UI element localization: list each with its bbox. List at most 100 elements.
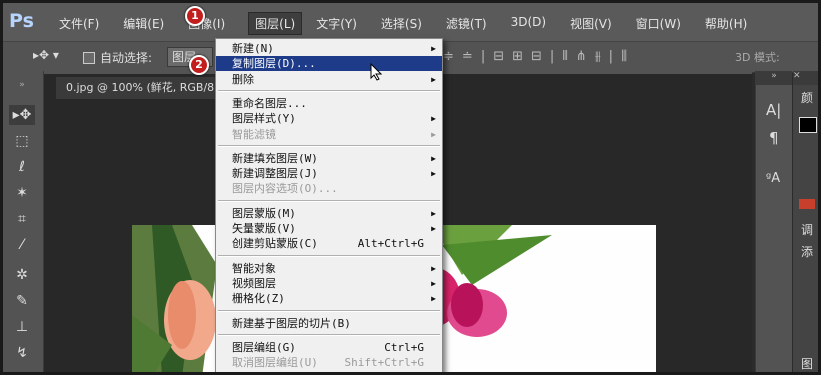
menu-item-label: 图层编组(G) [232,340,296,354]
menu-item: 图层内容选项(O)... [216,181,442,196]
marquee-tool-icon[interactable]: ⬚ [9,131,35,151]
menu-item-label: 栅格化(Z) [232,292,285,306]
character-panel-icon[interactable]: A| [766,101,781,119]
menu-item-label: 新建调整图层(J) [232,167,318,181]
menu-item[interactable]: 图层样式(Y) ▶ [216,111,442,126]
submenu-arrow-icon: ▶ [431,44,436,53]
menu-3[interactable]: 图层(L) [248,12,303,35]
menu-1[interactable]: 编辑(E) [123,15,173,34]
menu-item[interactable]: 新建调整图层(J) ▶ [216,166,442,181]
mouse-cursor-icon [370,63,383,81]
align-vcenter-icon[interactable]: ≐ [462,49,473,64]
history-brush-icon[interactable]: ↯ [9,343,35,363]
menu-separator [218,199,440,202]
menu-item[interactable]: 复制图层(D)... [216,56,442,72]
move-tool-icon[interactable]: ▸✥ ▾ [33,48,59,62]
menu-item[interactable]: 创建剪贴蒙版(C) Alt+Ctrl+G [216,236,442,251]
menu-item-label: 视频图层 [232,276,276,290]
panel-label[interactable]: 图 [801,355,813,372]
menu-item: 智能滤镜 ▶ [216,127,442,142]
glyphs-panel-icon[interactable]: ᵍA [766,171,780,186]
panel-label[interactable]: 添 [801,243,813,260]
divider-icon: | [549,49,555,64]
menu-separator [218,333,440,336]
menu-item[interactable]: 智能对象 ▶ [216,261,442,276]
menu-item-label: 重命名图层... [232,96,307,110]
menu-item-shortcut: Ctrl+G [384,340,424,354]
menu-item[interactable]: 视频图层 ▶ [216,276,442,291]
menu-item[interactable]: 新建(N) ▶ [216,41,442,56]
auto-align-icon[interactable]: ⫼ [621,49,627,64]
3d-mode-label: 3D 模式: [735,51,780,64]
menu-7[interactable]: 3D(D) [511,15,555,34]
collapse-icon[interactable]: » [9,75,35,95]
crop-tool-icon[interactable]: ⌗ [9,209,35,229]
healing-brush-icon[interactable]: ✲ [9,265,35,285]
menu-item-label: 图层样式(Y) [232,112,296,126]
menu-separator [218,254,440,257]
menu-4[interactable]: 文字(Y) [316,15,366,34]
layer-menu-dropdown: 新建(N) ▶ 复制图层(D)... 删除 ▶ 重命名图层... 图层样式(Y) ▶ 智能滤镜 ▶… [215,38,443,372]
paragraph-panel-icon[interactable]: ¶ [769,129,779,147]
menu-item[interactable]: 删除 ▶ [216,72,442,87]
menu-item-shortcut: Shift+Ctrl+G [344,356,424,370]
brush-tool-icon[interactable]: ✎ [9,291,35,311]
photoshop-window: Ps 文件(F) 编辑(E) 图像(I) 图层(L) 文字(Y) 选择(S) 滤镜(T) 3D… [0,0,821,375]
collapse-icon[interactable]: » [756,71,792,85]
submenu-arrow-icon: ▶ [431,114,436,124]
menu-item-label: 新建基于图层的切片(B) [232,316,351,330]
menu-item-label: 图层蒙版(M) [232,206,296,220]
color-ramp[interactable] [799,199,815,209]
menu-0[interactable]: 文件(F) [59,15,108,34]
menu-item[interactable]: 矢量蒙版(V) ▶ [216,221,442,236]
eyedropper-icon[interactable]: ⁄ [9,235,35,255]
submenu-arrow-icon: ▶ [431,263,436,273]
distribute-vcenter-icon[interactable]: ⊞ [512,49,523,64]
close-icon[interactable]: ✕ [793,71,818,85]
app-logo: Ps [9,10,34,32]
distribute-left-icon[interactable]: ⫴ [562,49,567,64]
align-icons: ≑ ≐ | ⊟ ⊞ ⊟ | ⫴ ⋔ ⫵ | ⫼ [443,49,627,64]
menu-item[interactable]: 栅格化(Z) ▶ [216,291,442,306]
panel-label[interactable]: 调 [801,221,813,238]
menu-item[interactable]: 图层编组(G) Ctrl+G [216,340,442,355]
auto-select-checkbox[interactable] [83,52,95,64]
menu-10[interactable]: 帮助(H) [705,15,756,34]
step-badge-1: 1 [185,6,205,26]
menu-item-label: 智能对象 [232,261,276,275]
menu-8[interactable]: 视图(V) [570,15,621,34]
align-top-icon[interactable]: ≑ [443,49,454,64]
magic-wand-icon[interactable]: ✶ [9,183,35,203]
document-tab[interactable]: 0.jpg @ 100% (鲜花, RGB/8 [56,77,225,99]
menu-item[interactable]: 新建填充图层(W) ▶ [216,151,442,166]
menu-item[interactable]: 图层蒙版(M) ▶ [216,206,442,221]
menu-item[interactable]: 新建基于图层的切片(B) [216,316,442,331]
menu-item: 取消图层编组(U) Shift+Ctrl+G [216,355,442,370]
menu-separator [218,309,440,312]
panel-label[interactable]: 颜 [801,89,813,106]
divider-icon: | [480,49,486,64]
menu-item[interactable]: 重命名图层... [216,96,442,111]
menu-bar: Ps 文件(F) 编辑(E) 图像(I) 图层(L) 文字(Y) 选择(S) 滤镜(T) 3D… [3,3,818,41]
foreground-color-swatch[interactable] [799,117,817,133]
move-tool-icon[interactable]: ▸✥ [9,105,35,125]
menu-5[interactable]: 选择(S) [381,15,431,34]
lasso-tool-icon[interactable]: ℓ [9,157,35,177]
distribute-right-icon[interactable]: ⫵ [595,49,601,64]
menu-6[interactable]: 滤镜(T) [446,15,496,34]
clone-stamp-icon[interactable]: ⊥ [9,317,35,337]
submenu-arrow-icon: ▶ [431,74,436,84]
menu-item-label: 新建(N) [232,42,274,55]
submenu-arrow-icon: ▶ [431,153,436,163]
submenu-arrow-icon: ▶ [431,224,436,233]
distribute-hcenter-icon[interactable]: ⋔ [576,49,587,64]
menu-item-shortcut: Alt+Ctrl+G [357,237,424,251]
panel-dock-icons: » A| ¶ ᵍA [755,71,792,372]
menu-separator [218,144,440,147]
menu-separator [218,89,440,92]
distribute-bottom-icon[interactable]: ⊟ [531,49,542,64]
divider-icon: | [608,49,614,64]
menu-item-label: 智能滤镜 [232,127,276,141]
distribute-top-icon[interactable]: ⊟ [493,49,504,64]
menu-9[interactable]: 窗口(W) [636,15,690,34]
